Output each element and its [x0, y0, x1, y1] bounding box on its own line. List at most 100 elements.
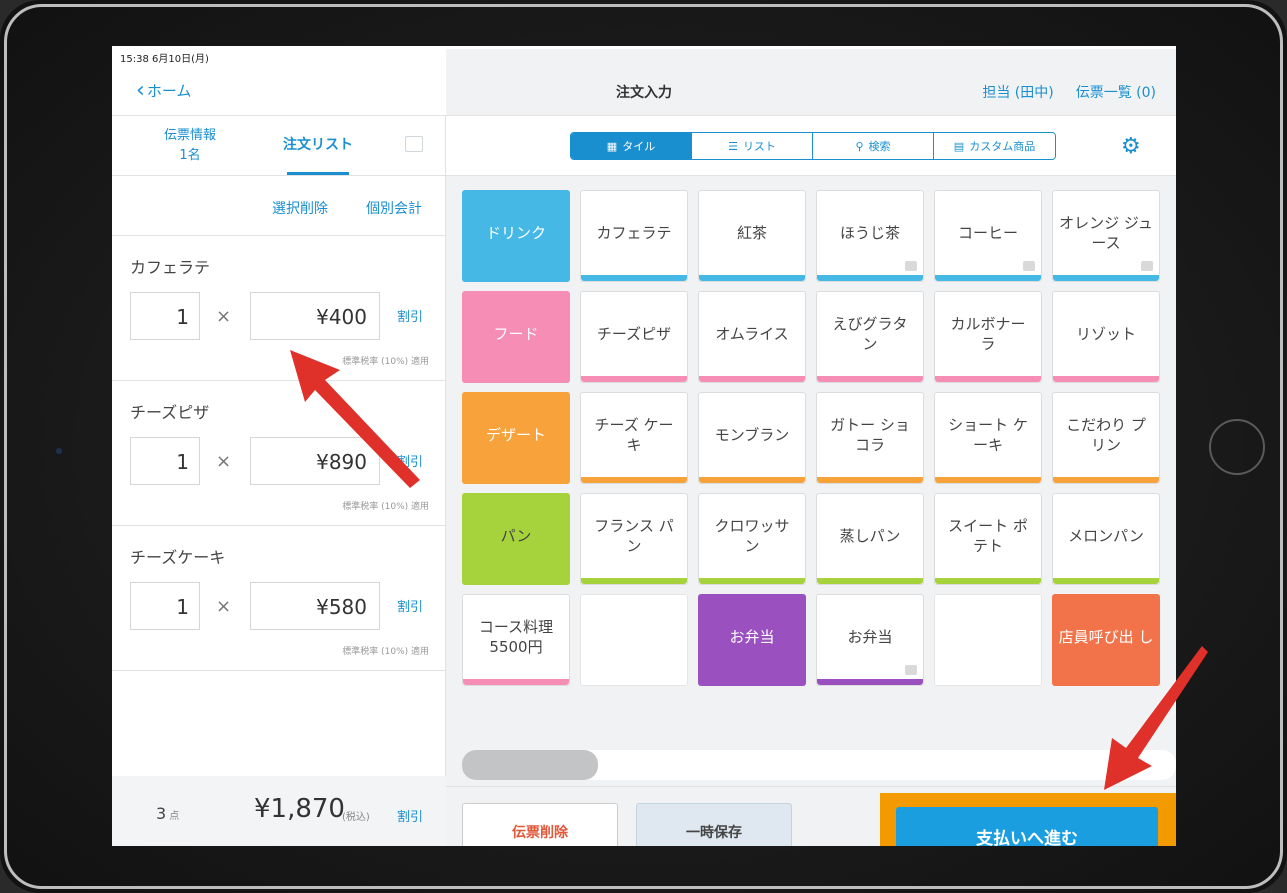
- quantity-field[interactable]: 1: [130, 437, 200, 485]
- product-tile[interactable]: メロンパン: [1052, 493, 1160, 585]
- total-amount: ¥1,870: [254, 794, 345, 824]
- product-tile[interactable]: 蒸しパン: [816, 493, 924, 585]
- product-tile-label: えびグラタ ン: [832, 315, 908, 353]
- product-tile-label: オレンジ ジュース: [1059, 214, 1153, 252]
- product-tile[interactable]: ガトー ショコラ: [816, 392, 924, 484]
- product-tile[interactable]: リゾット: [1052, 291, 1160, 383]
- order-summary: 3点 ¥1,870 (税込) 割引: [112, 776, 446, 846]
- bento-tile[interactable]: お弁当: [816, 594, 924, 686]
- ipad-device: 15:38 6月10日(月) ••• ◠ ‹ ホーム 注文入力 担当 (田中) …: [0, 0, 1287, 893]
- course-tile-label: コース料理 5500円: [478, 618, 554, 656]
- item-count-unit: 点: [169, 811, 180, 822]
- category-bread[interactable]: パン: [462, 493, 570, 585]
- select-delete-button[interactable]: 選択削除: [272, 198, 328, 218]
- product-tile[interactable]: カフェラテ: [580, 190, 688, 282]
- product-tile-label: カルボナー ラ: [950, 315, 1026, 353]
- product-tile[interactable]: ショート ケーキ: [934, 392, 1042, 484]
- tab-search[interactable]: ⚲ 検索: [813, 133, 934, 159]
- custom-item-icon: ▤: [953, 139, 965, 153]
- order-item[interactable]: チーズケーキ 1 × ¥580 割引 標準税率 (10%) 適用: [112, 526, 445, 671]
- total-discount-button[interactable]: 割引: [397, 806, 423, 825]
- tab-list-label: リスト: [742, 140, 776, 153]
- price-field[interactable]: ¥580: [250, 582, 380, 630]
- price-field[interactable]: ¥890: [250, 437, 380, 485]
- product-tile[interactable]: フランス パン: [580, 493, 688, 585]
- product-tile[interactable]: スイート ポテト: [934, 493, 1042, 585]
- product-tile-label: 蒸しパン: [839, 527, 901, 545]
- tax-note: 標準税率 (10%) 適用: [342, 502, 429, 512]
- product-tile[interactable]: オレンジ ジュース: [1052, 190, 1160, 282]
- quantity-field[interactable]: 1: [130, 582, 200, 630]
- separate-bill-button[interactable]: 個別会計: [366, 198, 422, 218]
- order-item[interactable]: カフェラテ 1 × ¥400 割引 標準税率 (10%) 適用: [112, 236, 445, 381]
- course-tile[interactable]: コース料理 5500円: [462, 594, 570, 686]
- quantity-field[interactable]: 1: [130, 292, 200, 340]
- times-symbol: ×: [216, 451, 232, 472]
- tab-tile-view[interactable]: ▦ タイル: [571, 133, 692, 159]
- tax-note: 標準税率 (10%) 適用: [342, 647, 429, 657]
- discount-button[interactable]: 割引: [397, 596, 423, 615]
- tab-list-view[interactable]: ☰ リスト: [692, 133, 813, 159]
- bento-tile-filled[interactable]: お弁当: [698, 594, 806, 686]
- call-staff-tile[interactable]: 店員呼び出 し: [1052, 594, 1160, 686]
- product-tile-label: モンブラン: [714, 426, 790, 444]
- nav-right-actions: 担当 (田中) 伝票一覧 (0): [982, 82, 1156, 102]
- product-tile[interactable]: 紅茶: [698, 190, 806, 282]
- tab-custom-label: カスタム商品: [969, 140, 1036, 153]
- grid-icon: ▦: [606, 139, 618, 153]
- home-button[interactable]: [1209, 419, 1265, 475]
- gear-icon[interactable]: ⚙: [1121, 134, 1141, 159]
- scrollbar-thumb[interactable]: [462, 750, 598, 780]
- product-tile[interactable]: えびグラタ ン: [816, 291, 924, 383]
- proceed-payment-button[interactable]: 支払いへ進む: [896, 807, 1158, 846]
- product-tile[interactable]: チーズ ケーキ: [580, 392, 688, 484]
- tab-slip-info[interactable]: 伝票情報 1名: [158, 126, 222, 166]
- product-tile-grid: ドリンク カフェラテ 紅茶 ほうじ茶 コーヒー オレンジ ジュース フード チー…: [462, 190, 1160, 686]
- order-item-name: カフェラテ: [130, 258, 211, 277]
- empty-tile: [934, 594, 1042, 686]
- times-symbol: ×: [216, 596, 232, 617]
- tab-search-label: 検索: [868, 140, 891, 153]
- view-switcher-bar: ▦ タイル ☰ リスト ⚲ 検索 ▤ カスタム商品 ⚙: [446, 116, 1176, 176]
- category-food[interactable]: フード: [462, 291, 570, 383]
- order-item-name: チーズケーキ: [130, 548, 226, 567]
- product-tile[interactable]: オムライス: [698, 291, 806, 383]
- staff-button[interactable]: 担当 (田中): [982, 82, 1053, 102]
- status-bar: 15:38 6月10日(月) ••• ◠: [112, 46, 1176, 779]
- category-drink[interactable]: ドリンク: [462, 190, 570, 282]
- product-tile-label: メロンパン: [1068, 527, 1144, 545]
- receipt-icon[interactable]: [405, 136, 423, 152]
- product-tile[interactable]: カルボナー ラ: [934, 291, 1042, 383]
- slip-list-button[interactable]: 伝票一覧 (0): [1076, 82, 1156, 102]
- product-tile[interactable]: こだわり プリン: [1052, 392, 1160, 484]
- item-count-value: 3: [156, 804, 167, 823]
- discount-button[interactable]: 割引: [397, 306, 423, 325]
- product-tile-label: 紅茶: [736, 224, 767, 242]
- order-item-name: チーズピザ: [130, 403, 210, 422]
- discount-button[interactable]: 割引: [397, 451, 423, 470]
- product-tile-label: ほうじ茶: [839, 224, 900, 242]
- tab-order-list[interactable]: 注文リスト: [278, 134, 358, 154]
- item-count: 3点: [156, 804, 179, 823]
- product-tile-label: コーヒー: [957, 224, 1018, 242]
- delete-slip-button[interactable]: 伝票削除: [462, 803, 618, 846]
- hold-button[interactable]: 一時保存: [636, 803, 792, 846]
- product-tile[interactable]: コーヒー: [934, 190, 1042, 282]
- tax-note: 標準税率 (10%) 適用: [342, 357, 429, 367]
- product-panel: ▦ タイル ☰ リスト ⚲ 検索 ▤ カスタム商品 ⚙ ドリンク カフェラテ 紅茶 ほう…: [446, 116, 1176, 846]
- price-field[interactable]: ¥400: [250, 292, 380, 340]
- product-tile-label: フランス パン: [594, 517, 674, 555]
- category-dessert[interactable]: デザート: [462, 392, 570, 484]
- times-symbol: ×: [216, 306, 232, 327]
- active-tab-indicator: [287, 172, 349, 175]
- product-tile[interactable]: モンブラン: [698, 392, 806, 484]
- product-tile[interactable]: ほうじ茶: [816, 190, 924, 282]
- product-tile[interactable]: クロワッサ ン: [698, 493, 806, 585]
- order-item[interactable]: チーズピザ 1 × ¥890 割引 標準税率 (10%) 適用: [112, 381, 445, 526]
- tab-slip-info-guests: 1名: [179, 148, 201, 163]
- left-tabs: 伝票情報 1名 注文リスト: [112, 116, 445, 176]
- product-tile-label: カフェラテ: [596, 224, 672, 242]
- tab-custom-product[interactable]: ▤ カスタム商品: [934, 133, 1055, 159]
- product-tile[interactable]: チーズピザ: [580, 291, 688, 383]
- horizontal-scrollbar[interactable]: [462, 750, 1176, 780]
